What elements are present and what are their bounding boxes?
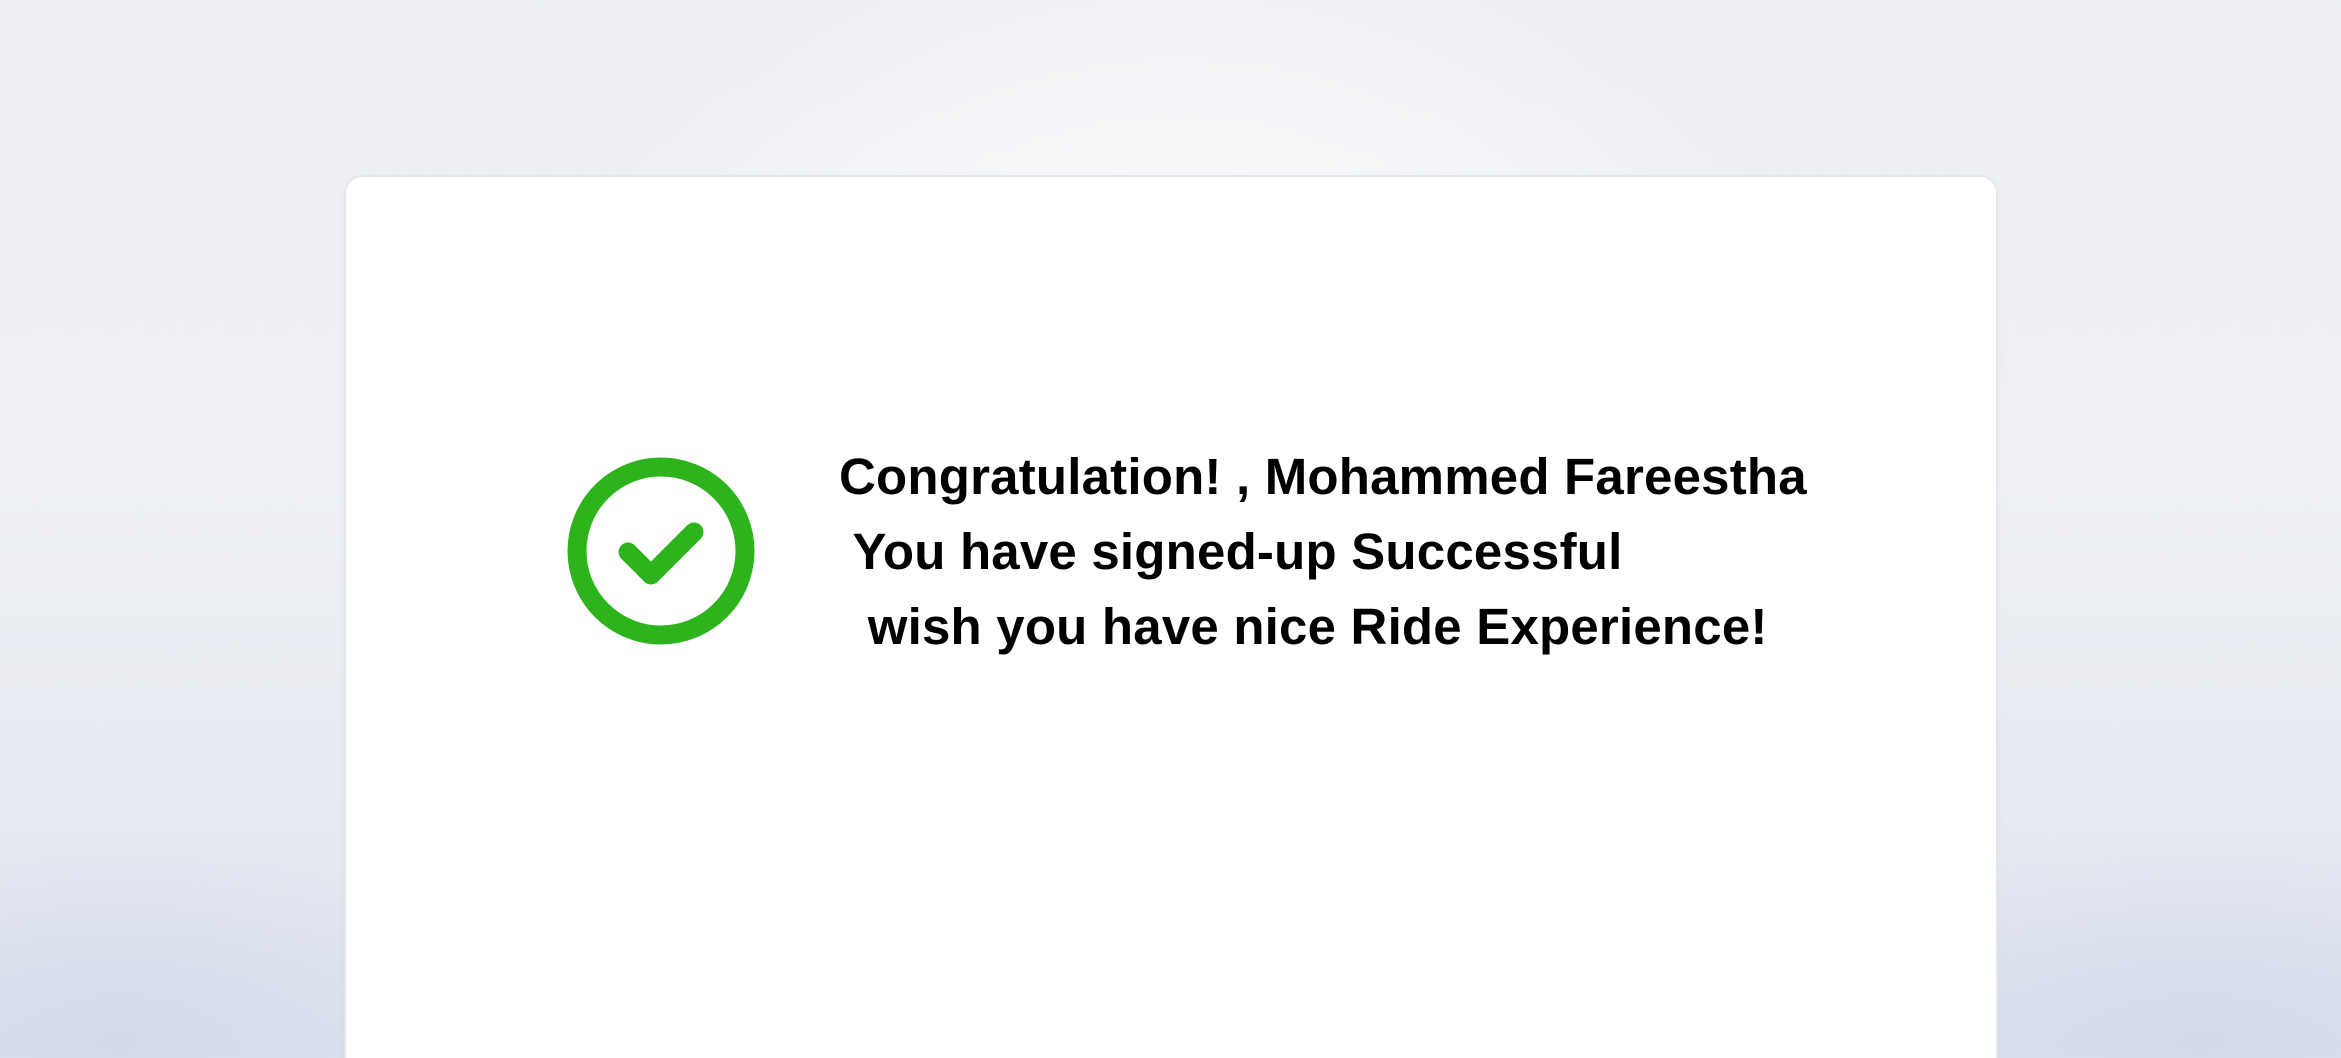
check-circle-icon <box>567 457 755 645</box>
signup-status-text: You have signed-up Successful <box>839 523 1623 580</box>
greeting-text: Congratulation! , Mohammed Fareestha <box>839 448 1807 505</box>
wish-text: wish you have nice Ride Experience! <box>839 598 1768 655</box>
success-card: Congratulation! , Mohammed Fareestha You… <box>346 177 1996 1058</box>
success-message: Congratulation! , Mohammed Fareestha You… <box>839 439 1807 664</box>
